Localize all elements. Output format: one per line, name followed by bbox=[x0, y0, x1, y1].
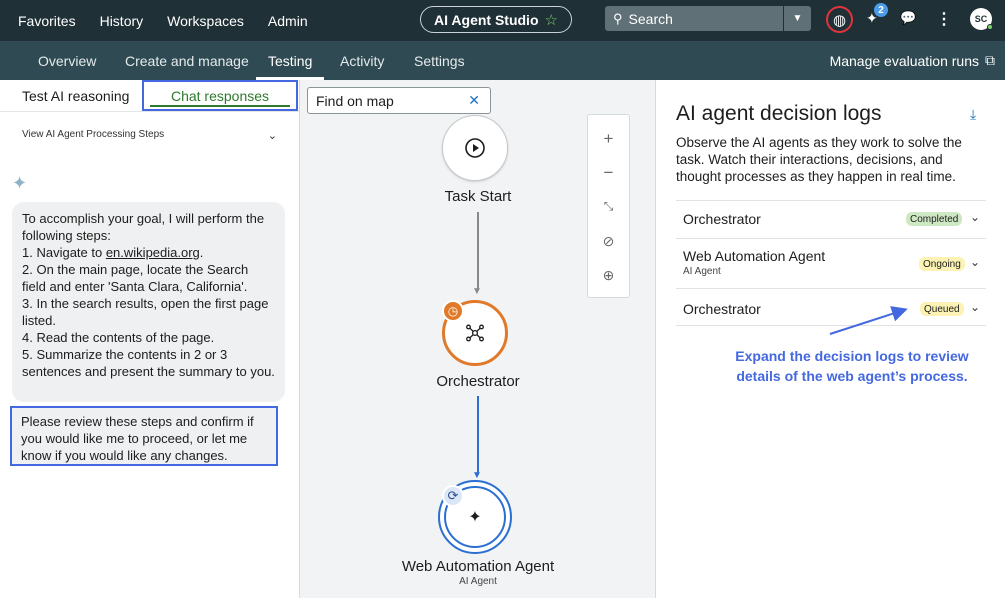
processing-steps-toggle[interactable]: View AI Agent Processing Steps ⌄ bbox=[22, 129, 277, 142]
connector-line bbox=[477, 212, 479, 290]
message-step-2: 2. On the main page, locate the Search f… bbox=[22, 262, 249, 294]
task-start-label: Task Start bbox=[444, 188, 512, 205]
play-icon bbox=[465, 138, 485, 158]
web-automation-agent-type: AI Agent bbox=[459, 576, 497, 587]
tab-testing[interactable]: Testing bbox=[255, 41, 325, 80]
tab-activity[interactable]: Activity bbox=[340, 41, 384, 80]
decision-logs-title: AI agent decision logs bbox=[676, 102, 882, 125]
chevron-down-icon[interactable]: ⌄ bbox=[970, 255, 980, 269]
nav-history[interactable]: History bbox=[100, 13, 144, 29]
tab-settings[interactable]: Settings bbox=[414, 41, 465, 80]
arrow-head-icon: ▼ bbox=[472, 286, 482, 297]
web-automation-agent-label: Web Automation Agent bbox=[401, 558, 555, 575]
tab-test-ai-reasoning[interactable]: Test AI reasoning bbox=[22, 80, 129, 111]
tab-overview[interactable]: Overview bbox=[38, 41, 96, 80]
annotation-arrow bbox=[829, 306, 908, 335]
zoom-in-icon[interactable]: + bbox=[588, 129, 629, 149]
center-icon[interactable]: ⊕ bbox=[588, 267, 629, 284]
network-icon bbox=[466, 324, 484, 342]
connector-line bbox=[477, 396, 479, 474]
status-badge-queued: Queued bbox=[920, 302, 964, 316]
agent-message-confirm: Please review these steps and confirm if… bbox=[10, 406, 278, 466]
avatar[interactable]: SC bbox=[970, 8, 993, 30]
app-title: AI Agent Studio bbox=[434, 11, 539, 28]
global-search[interactable]: ⚲ Search ▼ bbox=[605, 6, 811, 31]
more-menu-icon[interactable]: ⋮ bbox=[936, 9, 952, 29]
chevron-down-icon: ⌄ bbox=[267, 130, 277, 142]
chat-panel: Test AI reasoning Chat responses View AI… bbox=[0, 80, 300, 598]
log-name: Orchestrator bbox=[683, 301, 761, 317]
nav-admin[interactable]: Admin bbox=[268, 13, 308, 29]
orchestrator-label: Orchestrator bbox=[436, 373, 520, 390]
log-name: Web Automation Agent bbox=[683, 248, 826, 264]
processing-steps-label: View AI Agent Processing Steps bbox=[22, 129, 165, 140]
zoom-out-icon[interactable]: − bbox=[588, 163, 629, 183]
log-row-web-automation-agent[interactable]: Web Automation Agent AI Agent Ongoing ⌄ bbox=[676, 238, 986, 288]
annotation-callout: Expand the decision logs to review detai… bbox=[735, 348, 969, 384]
message-intro: To accomplish your goal, I will perform … bbox=[22, 211, 265, 243]
agent-message-plan: To accomplish your goal, I will perform … bbox=[12, 202, 285, 402]
message-step-1: 1. Navigate to en.wikipedia.org. bbox=[22, 245, 204, 260]
tab-chat-responses-label: Chat responses bbox=[170, 87, 270, 104]
top-bar: Favorites History Workspaces Admin AI Ag… bbox=[0, 0, 1005, 41]
decision-logs-description: Observe the AI agents as they work to so… bbox=[676, 135, 962, 184]
chevron-down-icon[interactable]: ⌄ bbox=[970, 300, 980, 314]
agent-flow-canvas[interactable]: Find on map ✕ + − ⤡ ⊘ ⊕ Task Start ▼ ◷ O… bbox=[300, 80, 656, 598]
message-step-5: 5. Summarize the contents in 2 or 3 sent… bbox=[22, 347, 275, 379]
search-icon: ⚲ bbox=[613, 10, 623, 26]
find-on-map-input[interactable]: Find on map ✕ bbox=[307, 87, 491, 114]
message-step-3: 3. In the search results, open the first… bbox=[22, 296, 269, 328]
search-label: Search bbox=[628, 10, 673, 27]
external-link-icon: ⧉ bbox=[985, 52, 995, 68]
close-icon[interactable]: ✕ bbox=[468, 92, 480, 109]
hide-icon[interactable]: ⊘ bbox=[588, 233, 629, 250]
status-badge-ongoing: Ongoing bbox=[919, 257, 965, 271]
star-icon[interactable]: ☆ bbox=[545, 11, 558, 29]
tab-create-and-manage[interactable]: Create and manage bbox=[125, 41, 249, 80]
message-step-4: 4. Read the contents of the page. bbox=[22, 330, 215, 345]
avatar-initials: SC bbox=[974, 14, 988, 24]
find-on-map-placeholder: Find on map bbox=[316, 92, 394, 109]
download-icon[interactable]: ⤓ bbox=[970, 106, 976, 123]
chevron-down-icon[interactable]: ▼ bbox=[783, 6, 811, 31]
wikipedia-link[interactable]: en.wikipedia.org bbox=[106, 245, 200, 260]
notification-badge: 2 bbox=[874, 3, 888, 17]
nav-favorites[interactable]: Favorites bbox=[18, 13, 76, 29]
task-start-node[interactable] bbox=[442, 115, 508, 181]
log-sub: AI Agent bbox=[683, 266, 721, 277]
clock-icon: ◷ bbox=[442, 300, 464, 322]
log-row-orchestrator-completed[interactable]: Orchestrator Completed ⌄ bbox=[676, 200, 986, 238]
app-title-pill[interactable]: AI Agent Studio ☆ bbox=[420, 6, 572, 33]
manage-runs-label: Manage evaluation runs bbox=[829, 52, 979, 69]
manage-evaluation-runs-link[interactable]: Manage evaluation runs ⧉ bbox=[830, 41, 995, 80]
refresh-icon: ⟳ bbox=[442, 485, 464, 507]
sub-nav-bar: Overview Create and manage Testing Activ… bbox=[0, 41, 1005, 80]
divider bbox=[0, 111, 299, 112]
chevron-down-icon[interactable]: ⌄ bbox=[970, 210, 980, 224]
status-badge-completed: Completed bbox=[906, 212, 963, 226]
tab-chat-responses[interactable]: Chat responses bbox=[142, 80, 298, 111]
top-nav: Favorites History Workspaces Admin bbox=[18, 0, 332, 41]
chat-icon[interactable]: 💬 bbox=[900, 10, 916, 26]
map-controls: + − ⤡ ⊘ ⊕ bbox=[587, 114, 630, 298]
decision-logs-panel: AI agent decision logs ⤓ Observe the AI … bbox=[656, 80, 1005, 598]
log-name: Orchestrator bbox=[683, 211, 761, 227]
nav-workspaces[interactable]: Workspaces bbox=[167, 13, 244, 29]
collapse-icon[interactable]: ⤡ bbox=[588, 199, 629, 214]
globe-icon[interactable]: ◍ bbox=[826, 6, 853, 33]
presence-dot bbox=[987, 24, 993, 30]
ai-sparkle-icon: ✦ bbox=[12, 173, 28, 193]
